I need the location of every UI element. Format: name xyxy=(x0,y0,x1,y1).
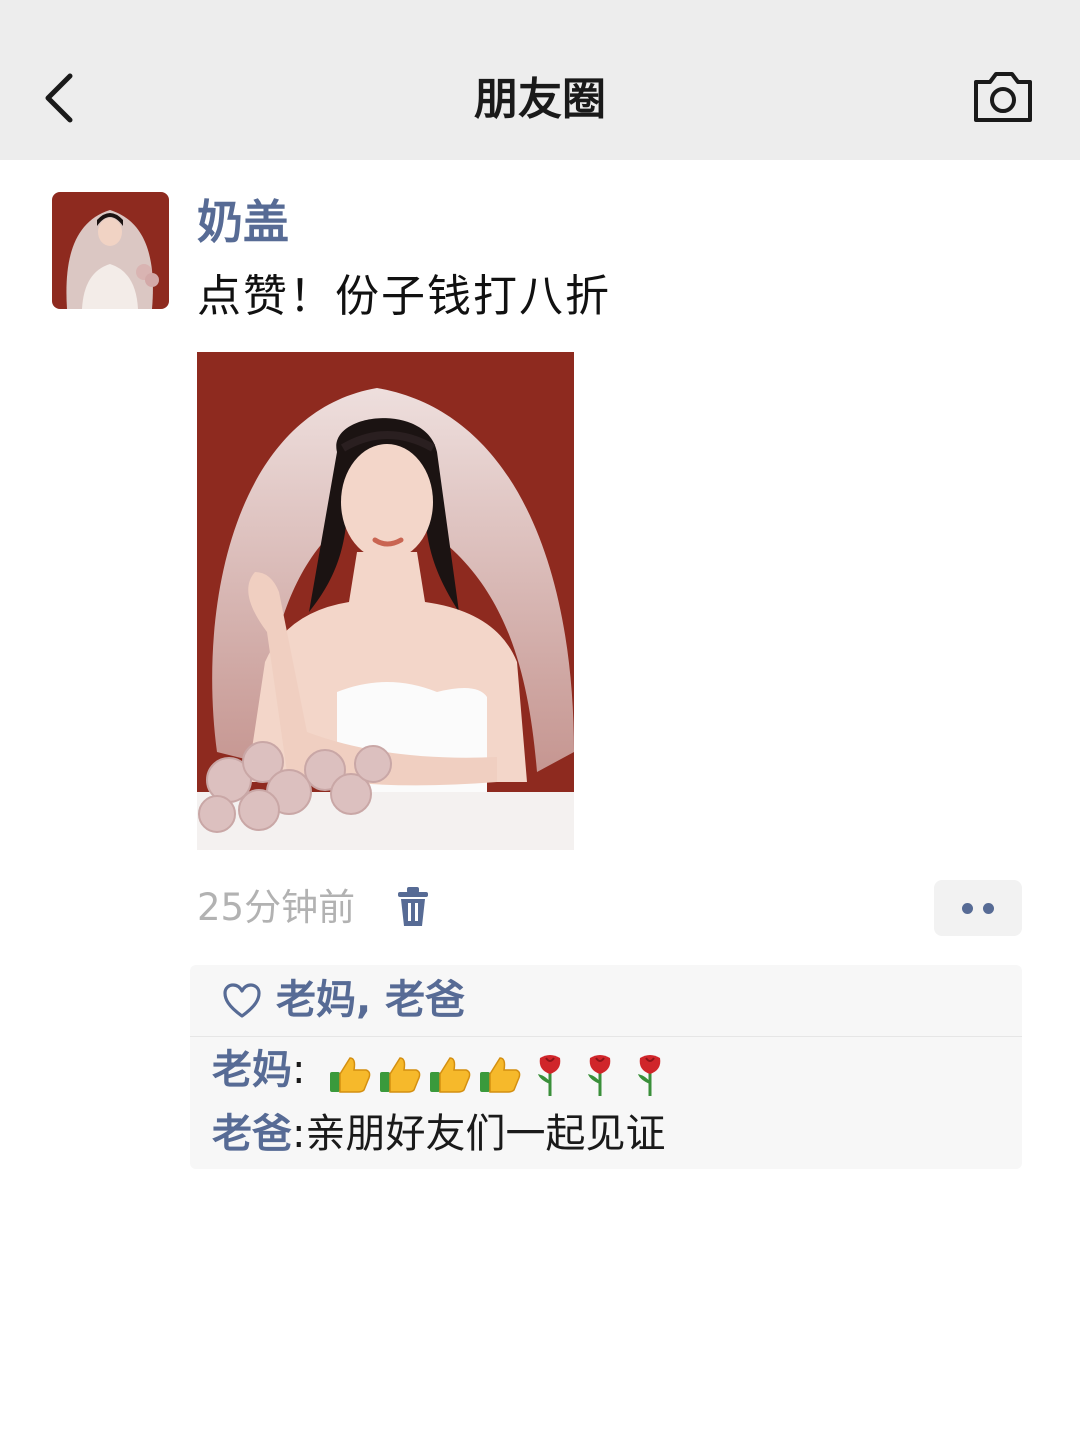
dot-icon xyxy=(962,903,973,914)
dot-icon xyxy=(983,903,994,914)
chevron-left-icon xyxy=(45,73,73,123)
likes-names[interactable]: 老妈, 老爸 xyxy=(276,971,465,1029)
post-text: 点赞！份子钱打八折 xyxy=(197,271,611,322)
comment-emojis xyxy=(326,1043,676,1101)
post-photo[interactable] xyxy=(197,352,574,850)
rose-icon xyxy=(638,1055,661,1096)
top-navigation-bar: 朋友圈 xyxy=(0,0,1080,160)
comment-separator: : xyxy=(292,1047,306,1093)
page-title: 朋友圈 xyxy=(474,74,606,125)
camera-button[interactable] xyxy=(968,68,1038,128)
likes-comments-panel: 老妈, 老爸 老妈: 老爸:亲朋好友们一起见证 xyxy=(190,965,1022,1169)
thumbs-up-icon xyxy=(480,1057,521,1093)
thumbs-up-icon xyxy=(330,1057,371,1093)
thumbs-up-icon xyxy=(430,1057,471,1093)
avatar[interactable] xyxy=(52,192,169,309)
delete-button[interactable] xyxy=(394,884,432,930)
rose-icon xyxy=(588,1055,611,1096)
poster-name[interactable]: 奶盖 xyxy=(197,190,289,254)
heart-icon xyxy=(223,983,261,1018)
comment-separator: : xyxy=(292,1111,306,1157)
camera-icon xyxy=(974,72,1032,122)
back-button[interactable] xyxy=(30,62,90,134)
more-actions-button[interactable] xyxy=(934,880,1022,936)
likes-row: 老妈, 老爸 xyxy=(190,965,1022,1037)
trash-icon xyxy=(398,887,428,926)
comment-item[interactable]: 老爸:亲朋好友们一起见证 xyxy=(212,1105,665,1163)
thumbs-up-icon xyxy=(380,1057,421,1093)
bride-portrait-image xyxy=(197,352,574,850)
comment-content: 亲朋好友们一起见证 xyxy=(305,1111,666,1157)
avatar-image xyxy=(52,192,169,309)
comment-author[interactable]: 老爸 xyxy=(212,1111,292,1157)
post-timestamp: 25分钟前 xyxy=(197,886,356,929)
comment-author[interactable]: 老妈 xyxy=(212,1047,292,1093)
rose-icon xyxy=(538,1055,561,1096)
comment-item[interactable]: 老妈: xyxy=(212,1041,676,1101)
